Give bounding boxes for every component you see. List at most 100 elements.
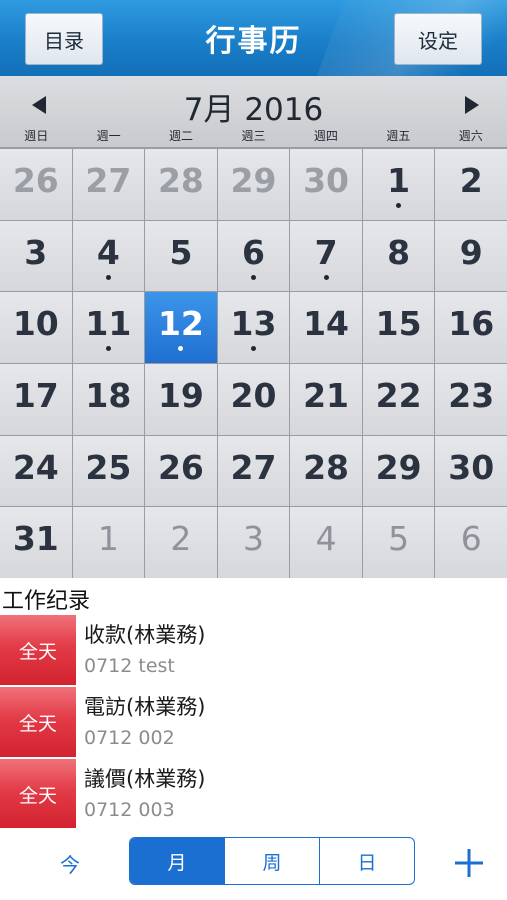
calendar-day[interactable]: 20 — [217, 363, 290, 435]
calendar-day[interactable]: 19 — [145, 363, 217, 435]
day-number: 2 — [170, 519, 192, 559]
calendar-day[interactable]: 9 — [435, 220, 507, 292]
all-day-badge: 全天 — [0, 615, 76, 685]
event-title: 收款(林業務) — [84, 623, 206, 647]
day-number: 30 — [303, 161, 350, 200]
event-dot-indicator — [396, 203, 402, 208]
calendar-day[interactable]: 31 — [0, 507, 72, 578]
day-number: 16 — [448, 304, 495, 344]
plus-icon — [455, 849, 483, 877]
view-segmented-control: 月 周 日 — [129, 837, 415, 885]
settings-button[interactable]: 设定 — [394, 13, 482, 65]
calendar-day[interactable]: 5 — [145, 220, 217, 292]
day-number: 6 — [242, 232, 265, 272]
calendar-day[interactable]: 13 — [217, 292, 290, 363]
week-view-tab[interactable]: 周 — [224, 838, 319, 884]
calendar-day-selected[interactable]: 12 — [145, 292, 217, 363]
calendar-day[interactable]: 5 — [362, 507, 435, 578]
day-number: 23 — [448, 375, 495, 415]
calendar-day[interactable]: 27 — [217, 435, 290, 507]
calendar-day[interactable]: 16 — [435, 292, 507, 363]
day-number: 6 — [460, 519, 482, 559]
calendar-day[interactable]: 10 — [0, 292, 72, 363]
weekday-label: 週日 — [24, 129, 49, 143]
event-dot-indicator — [105, 346, 111, 352]
calendar-day[interactable]: 26 — [145, 435, 217, 507]
weekday-label: 週四 — [313, 129, 338, 143]
calendar-day[interactable]: 14 — [290, 292, 362, 363]
calendar-day[interactable]: 6 — [435, 507, 507, 578]
calendar-day[interactable]: 1 — [362, 149, 435, 220]
calendar-day[interactable]: 18 — [72, 363, 145, 435]
calendar-day[interactable]: 8 — [362, 220, 435, 292]
calendar-day[interactable]: 26 — [0, 149, 72, 220]
event-dot-indicator — [178, 346, 184, 352]
app-header: 目录 行事历 设定 — [0, 0, 507, 76]
calendar-day[interactable]: 6 — [217, 220, 290, 292]
day-number: 24 — [12, 447, 59, 487]
day-number: 19 — [157, 375, 204, 415]
calendar-day[interactable]: 3 — [217, 507, 290, 578]
calendar-day[interactable]: 28 — [145, 149, 217, 220]
event-item[interactable]: 全天 收款(林業務) 0712 test — [0, 615, 507, 687]
event-dot-indicator — [105, 274, 111, 280]
add-event-button[interactable] — [452, 846, 486, 880]
calendar-day[interactable]: 15 — [362, 292, 435, 363]
day-number: 3 — [24, 232, 48, 272]
day-number: 15 — [375, 304, 422, 344]
day-number: 26 — [157, 447, 204, 487]
day-number: 8 — [387, 232, 411, 272]
calendar-day[interactable]: 2 — [145, 507, 217, 578]
calendar-day[interactable]: 29 — [217, 149, 290, 220]
event-title: 議價(林業務) — [84, 767, 206, 791]
calendar-day[interactable]: 21 — [290, 363, 362, 435]
calendar-day[interactable]: 4 — [290, 507, 362, 578]
calendar-day[interactable]: 22 — [362, 363, 435, 435]
calendar-day[interactable]: 25 — [72, 435, 145, 507]
day-number: 11 — [85, 304, 132, 344]
day-number: 5 — [169, 232, 193, 272]
day-number: 20 — [230, 375, 277, 415]
calendar-day[interactable]: 11 — [72, 292, 145, 363]
calendar-day[interactable]: 28 — [290, 435, 362, 507]
day-number: 28 — [157, 161, 204, 200]
day-number: 10 — [12, 304, 59, 344]
weekday-label: 週六 — [458, 129, 483, 143]
calendar-day[interactable]: 2 — [435, 149, 507, 220]
day-number: 2 — [459, 161, 483, 200]
weekday-label: 週二 — [169, 129, 194, 143]
calendar-day[interactable]: 29 — [362, 435, 435, 507]
calendar-day[interactable]: 24 — [0, 435, 72, 507]
calendar-day[interactable]: 4 — [72, 220, 145, 292]
day-number: 29 — [230, 161, 277, 200]
day-number: 7 — [314, 232, 338, 272]
calendar-day[interactable]: 7 — [290, 220, 362, 292]
calendar-day[interactable]: 27 — [72, 149, 145, 220]
today-button[interactable]: 今 — [50, 846, 90, 880]
event-dot-indicator — [323, 274, 329, 280]
next-month-button[interactable] — [459, 92, 485, 118]
event-item[interactable]: 全天 議價(林業務) 0712 003 — [0, 759, 507, 831]
calendar-day[interactable]: 3 — [0, 220, 72, 292]
triangle-right-icon — [465, 96, 479, 114]
day-number: 25 — [85, 447, 132, 487]
calendar-day[interactable]: 17 — [0, 363, 72, 435]
day-number: 4 — [96, 232, 120, 272]
event-dot-indicator — [250, 274, 256, 280]
calendar-day[interactable]: 30 — [290, 149, 362, 220]
weekday-header: 週日 週一 週二 週三 週四 週五 週六 — [0, 127, 507, 145]
calendar-day[interactable]: 1 — [72, 507, 145, 578]
day-number: 13 — [230, 304, 277, 344]
day-number: 1 — [387, 161, 411, 200]
day-view-tab[interactable]: 日 — [319, 838, 414, 884]
event-item[interactable]: 全天 電訪(林業務) 0712 002 — [0, 687, 507, 759]
calendar-day[interactable]: 30 — [435, 435, 507, 507]
day-number: 1 — [97, 519, 119, 559]
event-subtitle: 0712 test — [84, 655, 175, 677]
day-number: 5 — [388, 519, 410, 559]
calendar-grid: 26 27 28 29 30 1 2 3 4 5 6 7 8 9 10 11 12 13 14 15 16 17 18 19 2… — [0, 148, 507, 578]
month-view-tab[interactable]: 月 — [130, 838, 224, 884]
calendar-day[interactable]: 23 — [435, 363, 507, 435]
weekday-label: 週五 — [386, 129, 411, 143]
work-record-title: 工作纪录 — [2, 589, 91, 614]
